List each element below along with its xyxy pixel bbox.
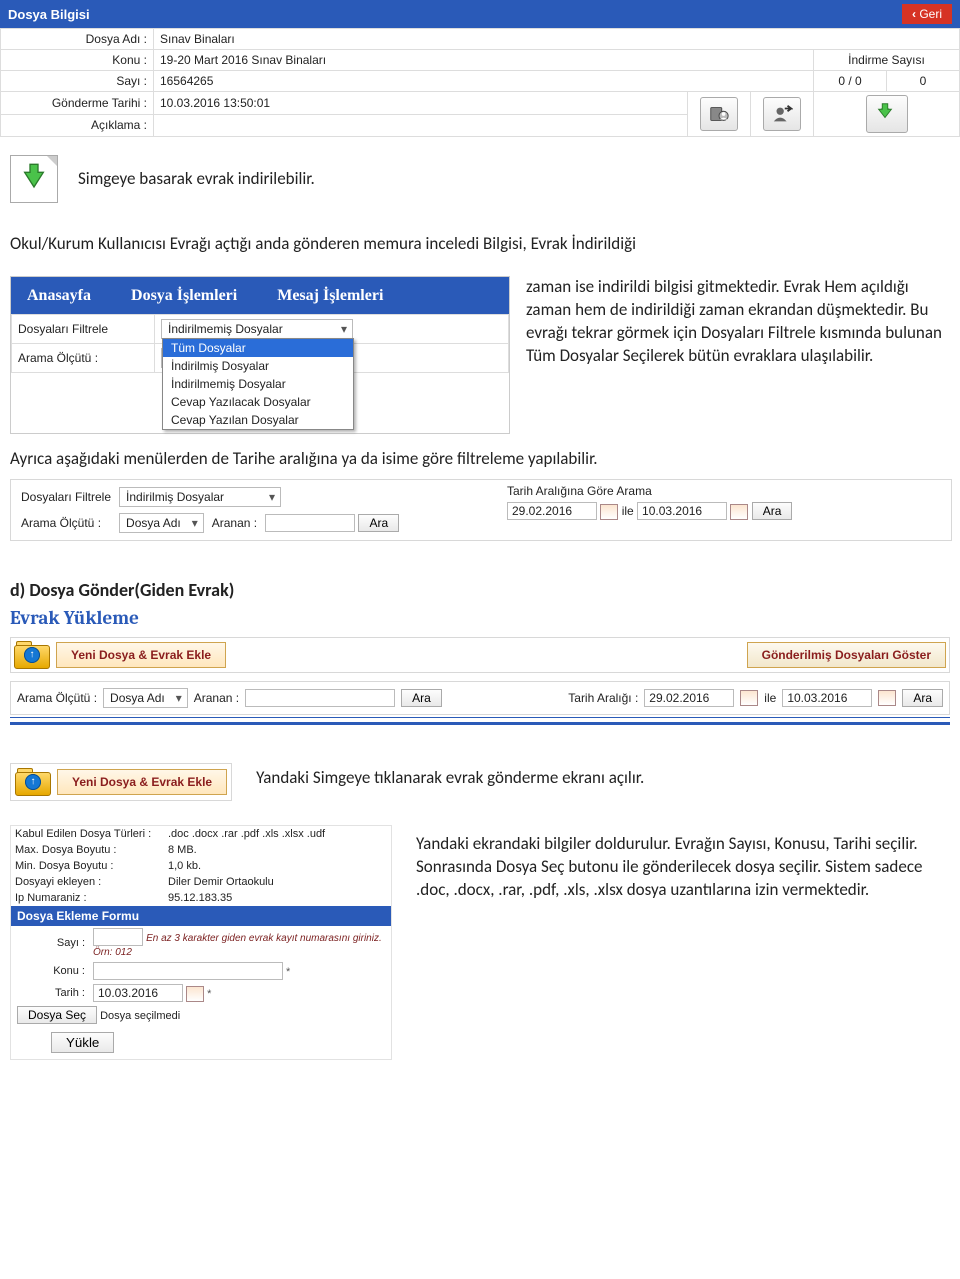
f2-filter-dropdown[interactable]: İndirilmiş Dosyalar xyxy=(119,487,281,507)
f2-date-search-button[interactable]: Ara xyxy=(752,502,793,520)
label-konu: Konu : xyxy=(1,50,154,71)
fs-tarih-label: Tarih : xyxy=(11,982,89,1004)
filter-screenshot-1: Anasayfa Dosya İşlemleri Mesaj İşlemleri… xyxy=(10,276,510,434)
section-d-heading: d) Dosya Gönder(Giden Evrak) xyxy=(10,579,950,601)
filter-screenshot-2: Dosyaları Filtrele İndirilmiş Dosyalar A… xyxy=(10,479,952,541)
value-sayi: 16564265 xyxy=(154,71,814,92)
ss-tarih-label: Tarih Aralığı : xyxy=(568,691,638,705)
value-indirme-oran: 0 / 0 xyxy=(814,71,887,92)
fs-form-header: Dosya Ekleme Formu xyxy=(11,906,391,926)
label-sayi: Sayı : xyxy=(1,71,154,92)
fs-kabul-val: .doc .docx .rar .pdf .xls .xlsx .udf xyxy=(164,826,391,842)
value-indirme-sayisi: 0 xyxy=(887,71,960,92)
f2-criteria-dropdown[interactable]: Dosya Adı xyxy=(119,513,204,533)
fs-konu-label: Konu : xyxy=(11,960,89,982)
calendar-icon[interactable] xyxy=(186,986,204,1002)
calendar-icon[interactable] xyxy=(740,690,758,706)
nav-anasayfa[interactable]: Anasayfa xyxy=(27,287,91,305)
new-file-button[interactable]: Yeni Dosya & Evrak Ekle xyxy=(56,642,226,668)
ss-date-from[interactable]: 29.02.2016 xyxy=(644,689,734,707)
label-indirme-sayisi: İndirme Sayısı xyxy=(814,50,960,71)
dropdown-opt-cevap-yazilan[interactable]: Cevap Yazılan Dosyalar xyxy=(163,411,353,429)
folder-upload-icon: ↑ xyxy=(15,768,49,796)
upload-form-screenshot: Kabul Edilen Dosya Türleri : .doc .docx … xyxy=(10,825,392,1060)
search-strip: Arama Ölçütü : Dosya Adı Aranan : Ara Ta… xyxy=(10,681,950,715)
calendar-icon[interactable] xyxy=(600,504,618,520)
ss-search-button[interactable]: Ara xyxy=(401,689,442,707)
file-info-table: Dosya Adı : Sınav Binaları Konu : 19-20 … xyxy=(0,28,960,137)
text-para4: Yandaki Simgeye tıklanarak evrak gönderm… xyxy=(256,767,950,790)
back-button[interactable]: Geri xyxy=(902,4,952,24)
value-dosya-adi: Sınav Binaları xyxy=(154,29,960,50)
show-sent-files-button[interactable]: Gönderilmiş Dosyaları Göster xyxy=(747,642,946,668)
fs-max-label: Max. Dosya Boyutu : xyxy=(11,842,164,858)
text-para2a: Okul/Kurum Kullanıcısı Evrağı açtığı and… xyxy=(10,233,950,256)
fs-min-label: Min. Dosya Boyutu : xyxy=(11,858,164,874)
value-aciklama xyxy=(154,114,688,137)
view-readers-icon[interactable] xyxy=(700,97,738,131)
fs-ip-label: Ip Numaraniz : xyxy=(11,890,164,906)
nav-mesaj-islemleri[interactable]: Mesaj İşlemleri xyxy=(277,287,383,305)
new-file-button-2[interactable]: Yeni Dosya & Evrak Ekle xyxy=(57,769,227,795)
f2-ile: ile xyxy=(622,504,634,518)
f2-search-button[interactable]: Ara xyxy=(358,514,399,532)
text-para3: Ayrıca aşağıdaki menülerden de Tarihe ar… xyxy=(10,448,950,471)
ss-aranan: Aranan : xyxy=(194,691,239,705)
label-arama-olcutu: Arama Ölçütü : xyxy=(12,343,155,372)
ss-search-input[interactable] xyxy=(245,689,395,707)
f2-search-input[interactable] xyxy=(265,514,355,532)
evrak-yukleme-heading: Evrak Yükleme xyxy=(10,607,950,629)
f2-aranan: Aranan : xyxy=(208,510,261,536)
dropdown-opt-indirilmis[interactable]: İndirilmiş Dosyalar xyxy=(163,357,353,375)
f2-arama-olcutu: Arama Ölçütü : xyxy=(17,510,115,536)
upload-toolbar: ↑ Yeni Dosya & Evrak Ekle Gönderilmiş Do… xyxy=(10,637,950,673)
dropdown-opt-indirilmemis[interactable]: İndirilmemiş Dosyalar xyxy=(163,375,353,393)
ss-ile: ile xyxy=(764,691,776,705)
ss-criteria-dropdown[interactable]: Dosya Adı xyxy=(103,688,188,708)
nav-dosya-islemleri[interactable]: Dosya İşlemleri xyxy=(131,287,237,305)
calendar-icon[interactable] xyxy=(878,690,896,706)
fs-choose-file-button[interactable]: Dosya Seç xyxy=(17,1006,97,1024)
ss-arama-olcutu: Arama Ölçütü : xyxy=(17,691,97,705)
fs-max-val: 8 MB. xyxy=(164,842,391,858)
f2-tarih-label: Tarih Aralığına Göre Arama xyxy=(507,484,945,498)
calendar-icon[interactable] xyxy=(730,504,748,520)
fs-ip-val: 95.12.183.35 xyxy=(164,890,391,906)
download-icon[interactable] xyxy=(866,95,908,133)
fs-ekleyen-label: Dosyayi ekleyen : xyxy=(11,874,164,890)
text-line1: Simgeye basarak evrak indirilebilir. xyxy=(78,168,315,191)
dropdown-opt-tum[interactable]: Tüm Dosyalar xyxy=(163,339,353,357)
filter-dropdown[interactable]: İndirilmemiş Dosyalar Tüm Dosyalar İndir… xyxy=(161,319,353,339)
fs-tarih-input[interactable]: 10.03.2016 xyxy=(93,984,183,1002)
ss-date-search-button[interactable]: Ara xyxy=(902,689,943,707)
fs-kabul-label: Kabul Edilen Dosya Türleri : xyxy=(11,826,164,842)
file-info-title: Dosya Bilgisi xyxy=(8,7,90,22)
label-gonderme: Gönderme Tarihi : xyxy=(1,92,154,115)
f2-dosya-filtrele: Dosyaları Filtrele xyxy=(17,484,115,510)
value-gonderme: 10.03.2016 13:50:01 xyxy=(154,92,688,115)
label-dosya-filtrele: Dosyaları Filtrele xyxy=(12,314,155,343)
label-aciklama: Açıklama : xyxy=(1,114,154,137)
fs-no-file: Dosya seçilmedi xyxy=(100,1010,180,1022)
ss-date-to[interactable]: 10.03.2016 xyxy=(782,689,872,707)
f2-date-to[interactable]: 10.03.2016 xyxy=(637,502,727,520)
fs-upload-button[interactable]: Yükle xyxy=(51,1032,114,1053)
folder-upload-icon: ↑ xyxy=(14,641,48,669)
fs-min-val: 1,0 kb. xyxy=(164,858,391,874)
value-konu: 19-20 Mart 2016 Sınav Binaları xyxy=(154,50,814,71)
fs-konu-input[interactable] xyxy=(93,962,283,980)
sender-info-icon[interactable] xyxy=(763,97,801,131)
dropdown-opt-cevap-yazilacak[interactable]: Cevap Yazılacak Dosyalar xyxy=(163,393,353,411)
fs-ekleyen-val: Diler Demir Ortaokulu xyxy=(164,874,391,890)
text-para5: Yandaki ekrandaki bilgiler doldurulur. E… xyxy=(416,833,950,902)
file-info-header: Dosya Bilgisi Geri xyxy=(0,0,960,28)
f2-date-from[interactable]: 29.02.2016 xyxy=(507,502,597,520)
download-big-icon xyxy=(10,155,58,203)
filter-dropdown-open: Tüm Dosyalar İndirilmiş Dosyalar İndiril… xyxy=(162,338,354,430)
fs-sayi-label: Sayı : xyxy=(11,926,89,960)
label-dosya-adi: Dosya Adı : xyxy=(1,29,154,50)
fs-sayi-input[interactable] xyxy=(93,928,143,946)
